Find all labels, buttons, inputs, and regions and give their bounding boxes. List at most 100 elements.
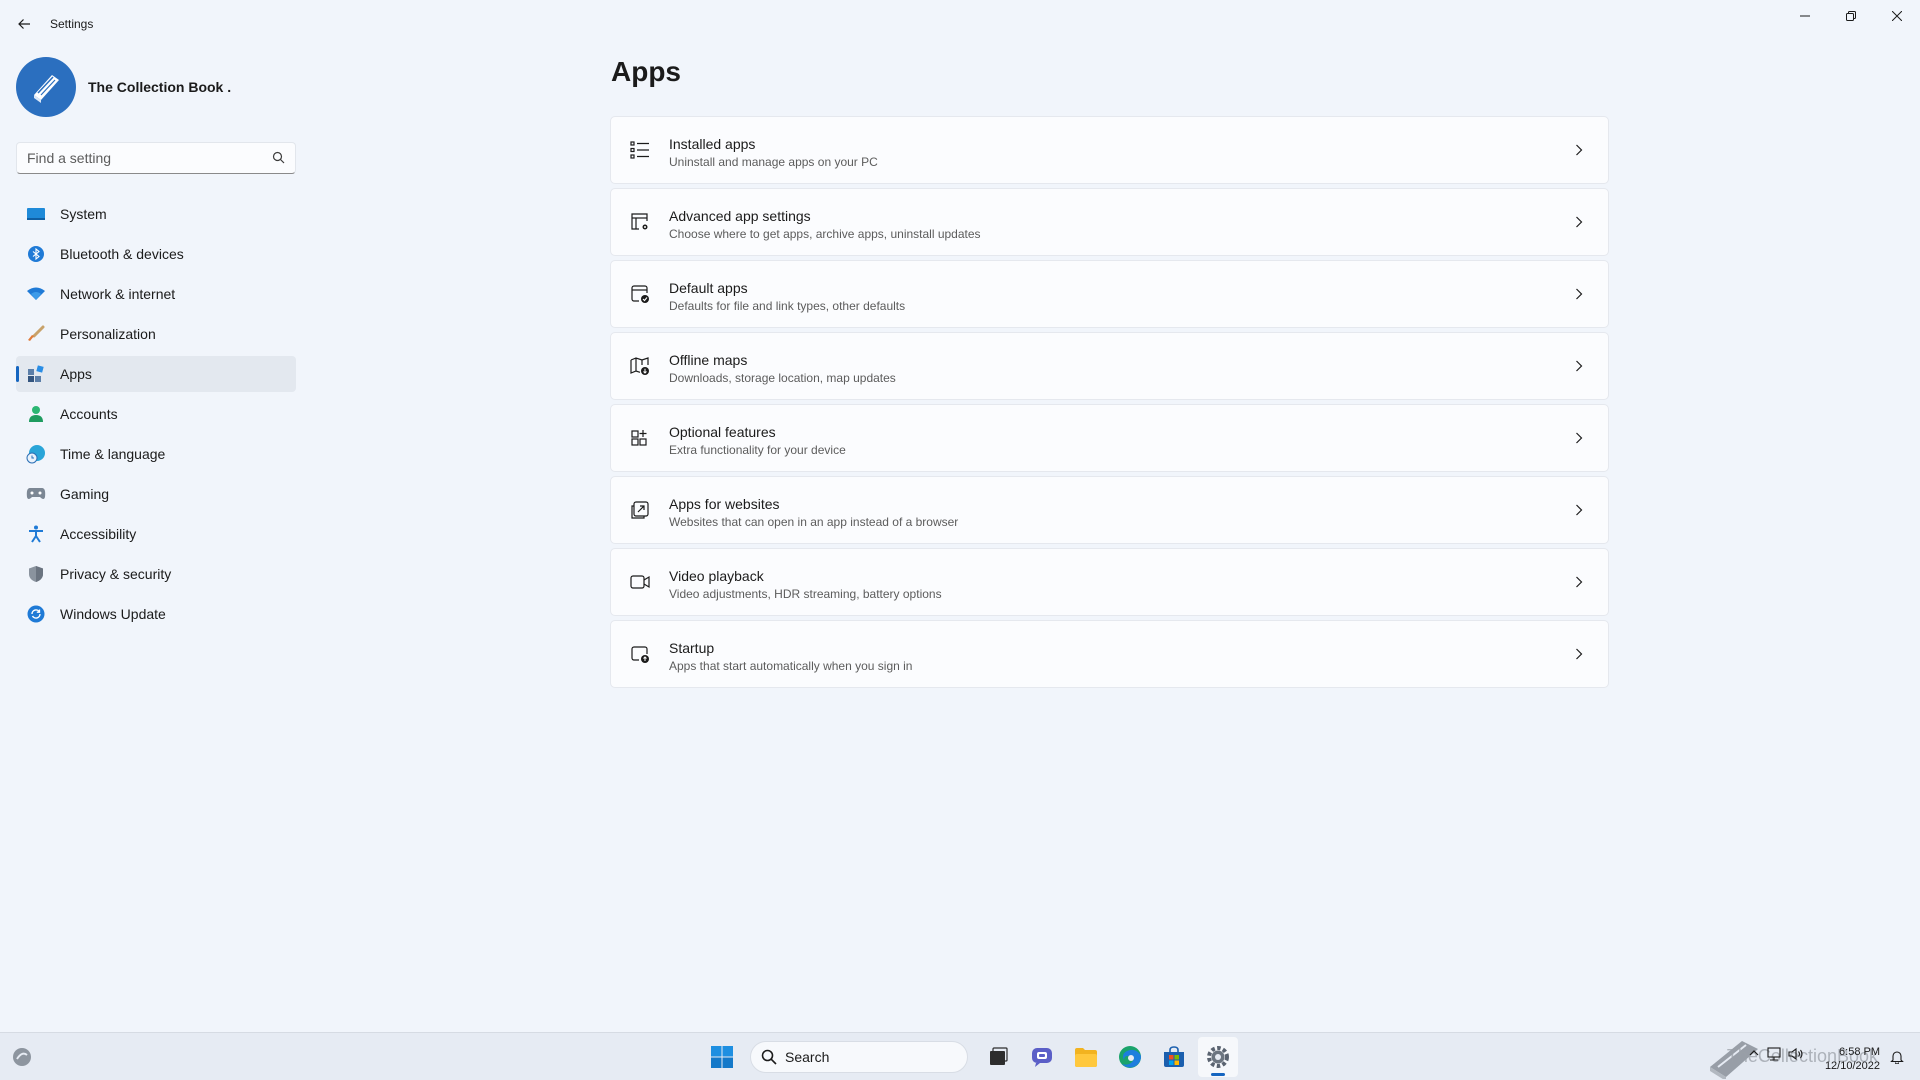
back-button[interactable] xyxy=(10,10,38,38)
card-startup[interactable]: Startup Apps that start automatically wh… xyxy=(610,620,1609,688)
search-icon xyxy=(761,1049,777,1065)
chat-icon xyxy=(1032,1048,1052,1067)
update-icon xyxy=(26,604,46,624)
card-description: Apps that start automatically when you s… xyxy=(669,659,913,673)
sidebar-item-label: Apps xyxy=(60,366,92,382)
sidebar-item-time-language[interactable]: Time & language xyxy=(16,436,296,472)
chevron-right-icon xyxy=(1572,647,1586,661)
settings-taskbar-button[interactable] xyxy=(1198,1037,1238,1077)
sidebar-nav: System Bluetooth & devices Network & int… xyxy=(16,196,296,636)
widgets-button[interactable] xyxy=(10,1045,34,1069)
store-button[interactable] xyxy=(1154,1037,1194,1077)
page-title: Apps xyxy=(611,56,681,87)
sidebar-item-network[interactable]: Network & internet xyxy=(16,276,296,312)
card-default-apps[interactable]: Default apps Defaults for file and link … xyxy=(610,260,1609,328)
apps-icon xyxy=(26,364,46,384)
video-camera-icon xyxy=(629,571,651,593)
back-arrow-icon xyxy=(18,19,30,29)
chevron-right-icon xyxy=(1572,359,1586,373)
start-button[interactable] xyxy=(702,1037,742,1077)
sidebar-item-accessibility[interactable]: Accessibility xyxy=(16,516,296,552)
card-description: Downloads, storage location, map updates xyxy=(669,371,896,385)
minimize-button[interactable] xyxy=(1782,0,1828,32)
shield-icon xyxy=(26,564,46,584)
card-optional-features[interactable]: Optional features Extra functionality fo… xyxy=(610,404,1609,472)
bluetooth-icon xyxy=(26,244,46,264)
file-explorer-icon xyxy=(1075,1048,1097,1067)
sidebar-item-gaming[interactable]: Gaming xyxy=(16,476,296,512)
clock[interactable]: 6:58 PM 12/10/2022 xyxy=(1825,1045,1880,1073)
person-icon xyxy=(26,404,46,424)
minimize-icon xyxy=(1800,15,1810,17)
brush-icon xyxy=(26,324,46,344)
list-icon xyxy=(629,139,651,161)
card-installed-apps[interactable]: Installed apps Uninstall and manage apps… xyxy=(610,116,1609,184)
sidebar-item-label: Windows Update xyxy=(60,606,166,622)
card-offline-maps[interactable]: Offline maps Downloads, storage location… xyxy=(610,332,1609,400)
sidebar-item-label: Network & internet xyxy=(60,286,176,302)
restore-icon xyxy=(1846,11,1856,21)
sidebar-item-label: System xyxy=(60,206,107,222)
restore-button[interactable] xyxy=(1828,0,1874,32)
card-title: Advanced app settings xyxy=(669,208,811,224)
sidebar-item-privacy[interactable]: Privacy & security xyxy=(16,556,296,592)
map-download-icon xyxy=(629,355,651,377)
file-explorer-button[interactable] xyxy=(1066,1037,1106,1077)
show-hidden-icons-button[interactable] xyxy=(1748,1047,1760,1061)
window-controls xyxy=(1782,0,1920,32)
chevron-right-icon xyxy=(1572,575,1586,589)
sidebar-item-system[interactable]: System xyxy=(16,196,296,232)
app-gear-icon xyxy=(629,211,651,233)
task-view-button[interactable] xyxy=(978,1037,1018,1077)
chevron-right-icon xyxy=(1572,503,1586,517)
gamepad-icon xyxy=(26,484,46,504)
card-title: Offline maps xyxy=(669,352,748,368)
grid-plus-icon xyxy=(629,427,651,449)
card-title: Apps for websites xyxy=(669,496,780,512)
close-button[interactable] xyxy=(1874,0,1920,32)
book-avatar-icon xyxy=(34,75,59,103)
sidebar-item-accounts[interactable]: Accounts xyxy=(16,396,296,432)
tray-icons xyxy=(1742,1047,1804,1061)
volume-tray-button[interactable] xyxy=(1788,1047,1804,1061)
startup-icon xyxy=(629,643,651,665)
wifi-icon xyxy=(26,284,46,304)
edge-icon xyxy=(1119,1046,1141,1068)
card-description: Video adjustments, HDR streaming, batter… xyxy=(669,587,942,601)
sidebar-item-label: Time & language xyxy=(60,446,166,462)
search-input[interactable] xyxy=(17,150,257,166)
clock-time: 6:58 PM xyxy=(1839,1046,1880,1058)
sidebar-item-label: Personalization xyxy=(60,326,156,342)
sidebar-item-apps[interactable]: Apps xyxy=(16,356,296,392)
card-video-playback[interactable]: Video playback Video adjustments, HDR st… xyxy=(610,548,1609,616)
card-advanced-app-settings[interactable]: Advanced app settings Choose where to ge… xyxy=(610,188,1609,256)
app-title: Settings xyxy=(50,17,94,31)
chat-button[interactable] xyxy=(1022,1037,1062,1077)
chevron-right-icon xyxy=(1572,143,1586,157)
notifications-button[interactable] xyxy=(1890,1050,1904,1069)
taskbar-search[interactable]: Search xyxy=(750,1041,968,1073)
search-icon xyxy=(272,151,285,169)
avatar xyxy=(16,57,76,117)
user-profile[interactable]: The Collection Book . xyxy=(16,57,231,117)
sidebar-item-bluetooth[interactable]: Bluetooth & devices xyxy=(16,236,296,272)
close-icon xyxy=(1892,11,1902,21)
edge-button[interactable] xyxy=(1110,1037,1150,1077)
open-external-icon xyxy=(629,499,651,521)
card-description: Websites that can open in an app instead… xyxy=(669,515,959,529)
start-icon xyxy=(711,1046,733,1068)
network-tray-button[interactable] xyxy=(1766,1047,1782,1061)
sidebar-item-personalization[interactable]: Personalization xyxy=(16,316,296,352)
accessibility-icon xyxy=(26,524,46,544)
chevron-right-icon xyxy=(1572,215,1586,229)
sidebar-item-label: Privacy & security xyxy=(60,566,172,582)
card-title: Startup xyxy=(669,640,715,656)
chevron-right-icon xyxy=(1572,287,1586,301)
chevron-right-icon xyxy=(1572,431,1586,445)
sidebar-item-label: Accessibility xyxy=(60,526,137,542)
sidebar-item-windows-update[interactable]: Windows Update xyxy=(16,596,296,632)
settings-search[interactable] xyxy=(16,142,296,174)
card-apps-for-websites[interactable]: Apps for websites Websites that can open… xyxy=(610,476,1609,544)
profile-name: The Collection Book . xyxy=(88,79,232,95)
ethernet-icon xyxy=(1767,1047,1781,1061)
